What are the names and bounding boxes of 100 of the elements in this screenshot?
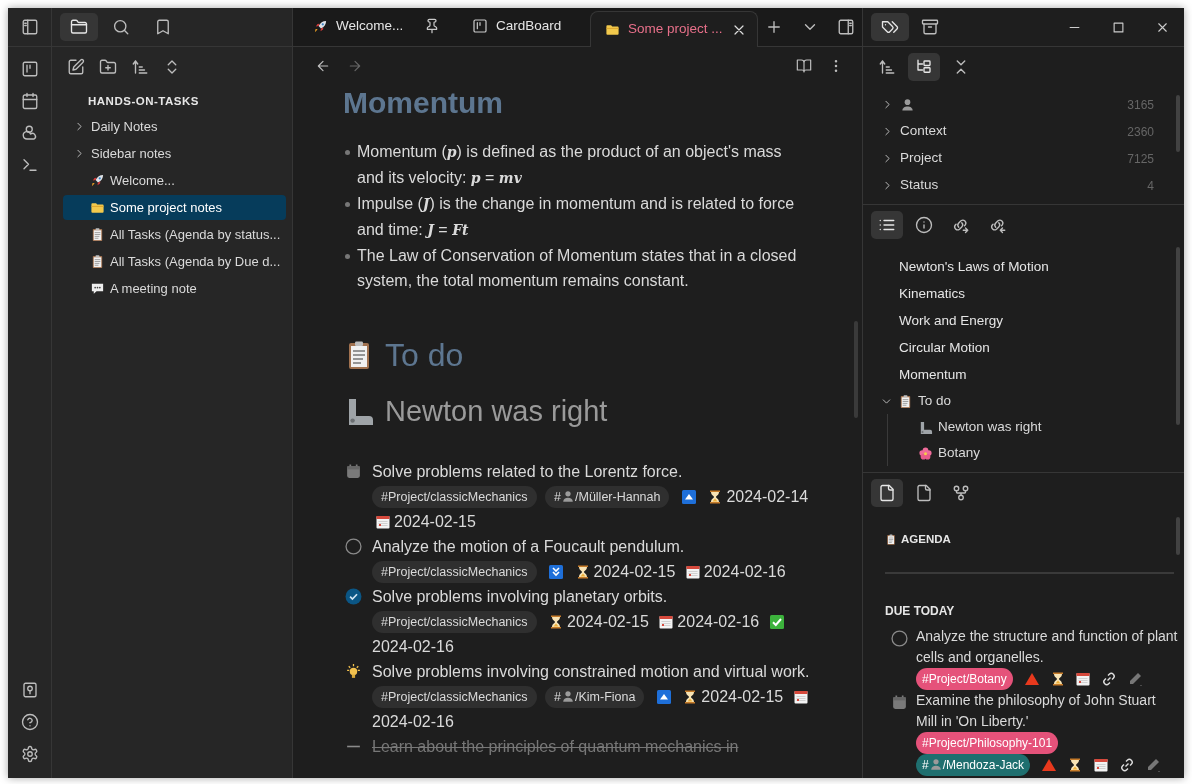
tag[interactable]: # /Mendoza-Jack [916,754,1031,777]
bullet-text: Impulse (J) is the change in momentum and is related to force and time: J = Ft [357,194,796,240]
triangle-icon [1023,671,1040,688]
link-icon[interactable] [1101,671,1118,688]
file-icon[interactable] [871,479,903,507]
tag[interactable]: #Project/classicMechanics [372,611,537,633]
rocket-icon [90,173,105,189]
tag[interactable]: #Project/Botany [916,668,1013,691]
file-item[interactable]: Some project notes [63,195,286,221]
folder-item[interactable]: Sidebar notes [63,141,286,167]
bullet-text: Momentum (p) is defined as the product of an object's mass and its velocity: p = mv [357,142,783,188]
calendar-icon [375,514,391,530]
due-date: 2024-02-16 [677,613,760,630]
tag-count: 7125 [1127,150,1154,168]
done-date: 2024-02-16 [372,638,454,655]
calendar-icon [658,614,675,630]
folder-tree-icon[interactable] [908,53,940,81]
tab[interactable]: Some project ... [590,11,758,47]
tag-row[interactable]: Project 7125 [863,145,1184,172]
section-heading: DUE TODAY [884,603,956,621]
clipboard-icon [90,227,105,243]
file-item[interactable]: All Tasks (Agenda by Due d... [63,249,286,275]
link-icon[interactable] [1118,757,1135,774]
down-arrows-icon [548,564,565,580]
file-item[interactable]: All Tasks (Agenda by status... [63,222,286,248]
clipboard-icon [898,393,913,409]
bullet-dot [345,254,350,259]
person-icon [900,97,915,112]
scheduled-date: 2024-02-15 [567,613,649,630]
task-text: Solve problems involving constrained motion and virtual work. [372,663,810,680]
folder-icon [70,18,88,36]
task-text: Analyze the motion of a Foucault pendulum. [372,538,685,555]
heading: To do [385,336,464,375]
calendar-icon [1075,671,1092,688]
calendar-icon [684,564,701,580]
tag-count: 2360 [1127,123,1154,141]
sidebar-icon [836,17,855,36]
files-tab[interactable] [60,13,98,41]
due-date: 2024-02-15 [394,513,476,530]
check-icon [768,614,785,630]
outline-item[interactable]: Newton was right [863,414,1184,440]
bullet-text: The Law of Conservation of Momentum states that in a closed system, the total momentum remains constant. [357,246,798,291]
outline-item[interactable]: Kinematics [863,280,1184,307]
vault-name: HANDS-ON-TASKS [87,94,200,109]
calendar-checkbox[interactable] [345,463,362,480]
task-checkbox[interactable] [891,630,908,648]
scheduled-date: 2024-02-15 [701,688,784,705]
pin-icon[interactable] [424,18,440,34]
task-text: Learn about the principles of quantum mechanics in [372,738,739,755]
task-checkbox[interactable] [345,588,362,605]
pencil-icon[interactable] [1127,671,1144,688]
agenda-title: AGENDA [901,532,951,547]
tab[interactable]: CardBoard [458,12,578,44]
tag[interactable]: # /Müller-Hannah [545,486,670,508]
folder-icon [605,22,620,37]
task-text: Analyze the structure and function of plant cells and organelles. [916,627,1178,668]
person-icon [928,757,943,772]
scrollbar[interactable] [1176,247,1180,425]
outline-item[interactable]: Newton's Laws of Motion [863,253,1184,280]
calendar-checkbox[interactable] [891,694,908,712]
scrollbar[interactable] [1176,95,1180,152]
bookmark-icon [154,18,172,36]
outline-item[interactable]: Circular Motion [863,334,1184,361]
bullet-dot [345,202,350,207]
outline-item[interactable]: To do [863,388,1184,414]
scheduled-date: 2024-02-15 [593,563,676,580]
scheduled-date: 2024-02-14 [726,488,809,505]
folder-item[interactable]: Daily Notes [63,114,286,140]
tag[interactable]: #Project/Philosophy-101 [916,732,1059,755]
calendar-icon [1092,757,1109,774]
archive-icon [921,18,939,36]
board-icon [472,18,488,34]
tag[interactable]: #Project/classicMechanics [372,561,537,583]
note-title: Momentum [343,85,504,121]
mechanical-arm-icon [918,419,933,435]
tag-row[interactable]: Status 4 [863,172,1184,199]
idea-checkbox[interactable] [345,663,362,680]
tag[interactable]: #Project/classicMechanics [372,686,537,708]
outline-item[interactable]: Botany [863,440,1184,466]
triangle-icon [1040,757,1057,774]
tags-tab[interactable] [871,13,909,41]
outline-item[interactable]: Momentum [863,361,1184,388]
outline-item[interactable]: Work and Energy [863,307,1184,334]
tag-count: 4 [1147,177,1154,195]
person-icon [561,689,575,703]
task-text: Examine the philosophy of John Stuart Mill in 'On Liberty.' [916,691,1157,732]
file-item[interactable]: Welcome... [63,168,286,194]
clipboard-icon [90,254,105,270]
tab[interactable]: Welcome... [299,12,450,44]
folder-icon [90,200,105,216]
rocket-icon [313,18,328,34]
outline-tab[interactable] [871,211,903,239]
task-checkbox[interactable] [345,538,362,555]
tag-row[interactable]: Context 2360 [863,118,1184,145]
scrollbar[interactable] [1176,517,1180,555]
file-item[interactable]: A meeting note [63,276,286,302]
tag[interactable]: # /Kim-Fiona [545,686,645,708]
tag[interactable]: #Project/classicMechanics [372,486,537,508]
calendar-icon [792,689,809,705]
heading: Newton was right [385,394,608,429]
